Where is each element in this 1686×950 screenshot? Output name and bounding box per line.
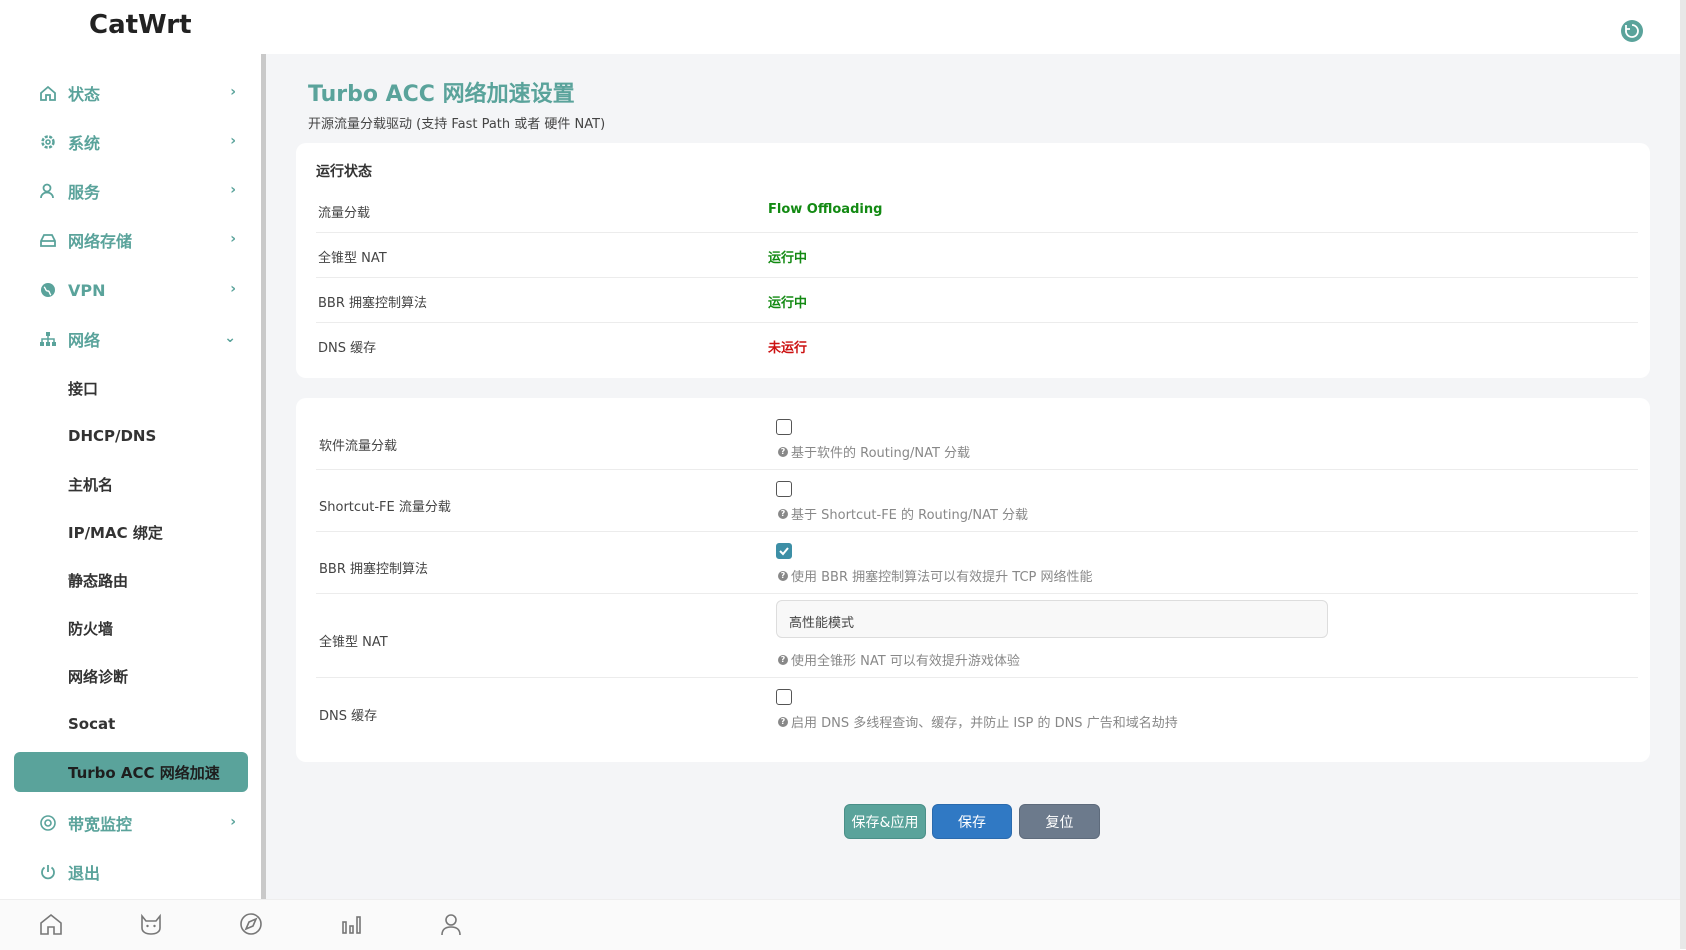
compass-icon[interactable]	[237, 910, 265, 938]
gear-icon	[38, 132, 58, 152]
status-value: 运行中	[768, 251, 808, 266]
page-description: 开源流量分载驱动 (支持 Fast Path 或者 硬件 NAT)	[308, 117, 606, 132]
config-row-fullcone: 全锥型 NAT 高性能模式 ⌄ ? 使用全锥形 NAT 可以有效提升游戏体验	[316, 594, 1638, 678]
config-row-sw-flow: 软件流量分载 ? 基于软件的 Routing/NAT 分载	[316, 408, 1638, 470]
sidebar-item-network[interactable]: 网络 ⌄	[38, 324, 242, 354]
sidebar-sub-hostnames[interactable]: 主机名	[68, 470, 113, 498]
status-row-bbr: BBR 拥塞控制算法 运行中	[316, 278, 1638, 323]
sidebar-item-status[interactable]: 状态 ›	[38, 78, 242, 108]
sidebar-sub-label: Turbo ACC 网络加速	[68, 763, 220, 782]
sidebar-sub-static-routes[interactable]: 静态路由	[68, 566, 128, 594]
sidebar-item-storage[interactable]: 网络存储 ›	[38, 225, 242, 255]
sidebar-item-system[interactable]: 系统 ›	[38, 127, 242, 157]
chevron-down-icon: ⌄	[224, 330, 236, 346]
target-icon	[38, 813, 58, 833]
sidebar-item-services[interactable]: 服务 ›	[38, 176, 242, 206]
status-value: 未运行	[768, 341, 808, 356]
chevron-right-icon: ›	[230, 231, 236, 247]
bottom-nav	[0, 899, 1680, 950]
sidebar-item-label: 网络存储	[68, 232, 133, 251]
status-label: BBR 拥塞控制算法	[318, 296, 428, 311]
dns-cache-checkbox[interactable]	[776, 689, 792, 705]
status-label: 流量分载	[318, 206, 371, 221]
config-label: 软件流量分载	[319, 439, 398, 454]
sidebar-sub-firewall[interactable]: 防火墙	[68, 614, 113, 642]
status-label: DNS 缓存	[318, 341, 377, 356]
question-icon: ?	[778, 446, 788, 457]
save-apply-button[interactable]: 保存&应用	[844, 804, 926, 839]
bbr-checkbox[interactable]	[776, 543, 792, 559]
chevron-right-icon: ›	[230, 84, 236, 100]
chevron-down-icon: ⌄	[789, 610, 800, 624]
config-label: Shortcut-FE 流量分载	[319, 500, 451, 515]
status-row-flow-offload: 流量分载 Flow Offloading	[316, 188, 1638, 233]
brand-logo[interactable]: CatWrt	[89, 10, 192, 40]
status-section-title: 运行状态	[316, 164, 372, 180]
status-row-fullcone: 全锥型 NAT 运行中	[316, 233, 1638, 278]
config-row-sfe-flow: Shortcut-FE 流量分载 ? 基于 Shortcut-FE 的 Routi…	[316, 470, 1638, 532]
chevron-right-icon: ›	[230, 281, 236, 297]
reset-button[interactable]: 复位	[1019, 804, 1100, 839]
save-button[interactable]: 保存	[932, 804, 1012, 839]
home-icon[interactable]	[37, 910, 65, 938]
sidebar-sub-diagnostics[interactable]: 网络诊断	[68, 662, 128, 690]
sidebar-sub-socat[interactable]: Socat	[68, 710, 115, 738]
question-icon: ?	[778, 716, 788, 727]
status-value: 运行中	[768, 296, 808, 311]
window-scrollbar[interactable]	[1680, 0, 1686, 949]
sfe-flow-checkbox[interactable]	[776, 481, 792, 497]
top-bar: CatWrt	[0, 0, 1686, 54]
question-icon: ?	[778, 508, 788, 519]
sidebar-item-label: VPN	[68, 280, 106, 300]
question-icon: ?	[778, 570, 788, 581]
config-row-dns-cache: DNS 缓存 ? 启用 DNS 多线程查询、缓存，并防止 ISP 的 DNS 广告…	[316, 678, 1638, 740]
page-title: Turbo ACC 网络加速设置	[308, 82, 575, 107]
sidebar-item-logout[interactable]: 退出	[38, 857, 242, 887]
config-label: DNS 缓存	[319, 709, 378, 724]
user-icon[interactable]	[437, 910, 465, 938]
sidebar-sub-dhcp-dns[interactable]: DHCP/DNS	[68, 422, 156, 450]
bar-chart-icon[interactable]	[337, 910, 365, 938]
sidebar-item-label: 服务	[68, 183, 101, 202]
sidebar-sub-turbo-acc[interactable]: Turbo ACC 网络加速	[14, 752, 248, 792]
cat-icon[interactable]	[137, 910, 165, 938]
config-hint: ? 启用 DNS 多线程查询、缓存，并防止 ISP 的 DNS 广告和域名劫持	[778, 712, 1178, 731]
config-hint: ? 基于 Shortcut-FE 的 Routing/NAT 分载	[778, 504, 1028, 523]
status-label: 全锥型 NAT	[318, 251, 387, 266]
config-label: BBR 拥塞控制算法	[319, 562, 429, 577]
config-row-bbr: BBR 拥塞控制算法 ? 使用 BBR 拥塞控制算法可以有效提升 TCP 网络性能	[316, 532, 1638, 594]
sidebar-item-label: 带宽监控	[68, 815, 133, 834]
sidebar-item-bandwidth[interactable]: 带宽监控 ›	[38, 808, 242, 838]
user-service-icon	[38, 181, 58, 201]
sidebar-sub-ip-mac[interactable]: IP/MAC 绑定	[68, 518, 163, 546]
chevron-right-icon: ›	[230, 814, 236, 830]
config-label: 全锥型 NAT	[319, 635, 388, 650]
status-value: Flow Offloading	[768, 202, 883, 217]
config-hint: ? 使用 BBR 拥塞控制算法可以有效提升 TCP 网络性能	[778, 566, 1093, 585]
sidebar-item-vpn[interactable]: VPN ›	[38, 275, 242, 305]
sw-flow-checkbox[interactable]	[776, 419, 792, 435]
sidebar-item-label: 退出	[68, 864, 101, 883]
fullcone-mode-select[interactable]: 高性能模式 ⌄	[776, 600, 1328, 638]
globe-icon	[38, 280, 58, 300]
home-icon	[38, 83, 58, 103]
power-icon	[38, 862, 58, 882]
sidebar-sub-interfaces[interactable]: 接口	[68, 374, 98, 402]
chevron-right-icon: ›	[230, 182, 236, 198]
refresh-icon[interactable]	[1621, 20, 1643, 42]
network-tree-icon	[38, 329, 58, 349]
question-icon: ?	[778, 654, 788, 665]
storage-icon	[38, 230, 58, 250]
config-hint: ? 使用全锥形 NAT 可以有效提升游戏体验	[778, 650, 1020, 669]
config-hint: ? 基于软件的 Routing/NAT 分载	[778, 442, 970, 461]
status-row-dns-cache: DNS 缓存 未运行	[316, 323, 1638, 367]
chevron-right-icon: ›	[230, 133, 236, 149]
sidebar-item-label: 状态	[68, 85, 101, 104]
sidebar-item-label: 系统	[68, 134, 101, 153]
check-icon	[779, 547, 789, 556]
sidebar-item-label: 网络	[68, 331, 101, 350]
